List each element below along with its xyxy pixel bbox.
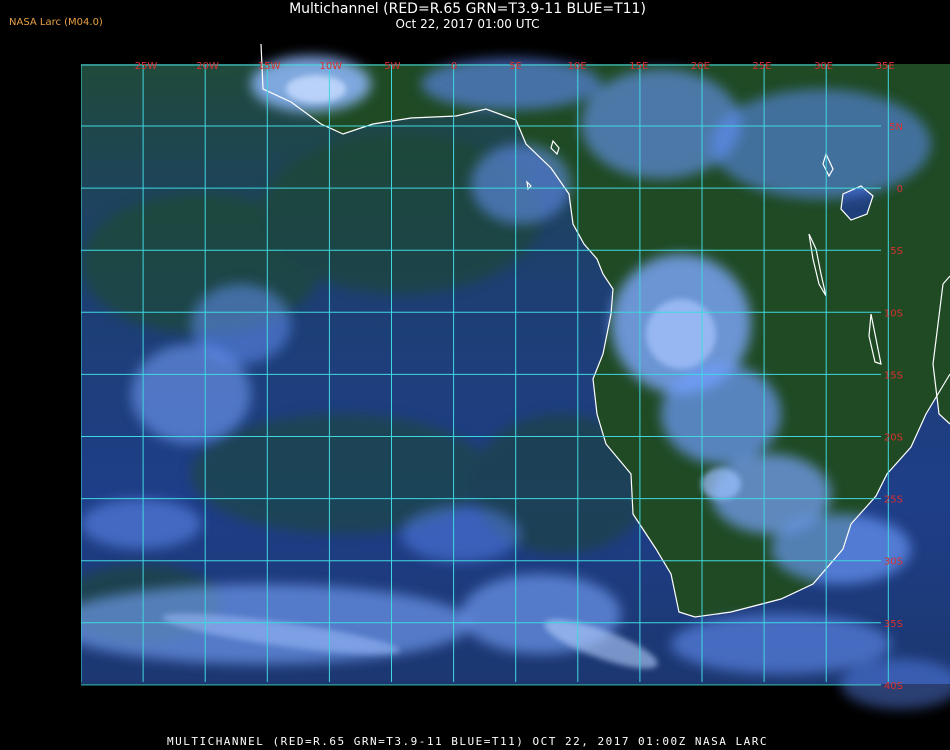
latitude-label: 40S xyxy=(884,681,903,692)
longitude-label: 5W xyxy=(384,61,400,72)
longitude-label: 25W xyxy=(135,61,158,72)
longitude-label: 20E xyxy=(691,61,710,72)
latitude-label: 5N xyxy=(889,122,903,133)
image-timestamp: Oct 22, 2017 01:00 UTC xyxy=(395,17,540,31)
longitude-label: 0 xyxy=(451,61,457,72)
latitude-label: 30S xyxy=(884,557,903,568)
latitude-label: 15S xyxy=(884,370,903,381)
longitude-label: 15E xyxy=(629,61,648,72)
longitude-label: 30E xyxy=(814,61,833,72)
image-title: Multichannel (RED=R.65 GRN=T3.9-11 BLUE=… xyxy=(289,1,646,17)
longitude-label: 10W xyxy=(319,61,342,72)
latitude-label: 25S xyxy=(884,495,903,506)
longitude-label: 20W xyxy=(196,61,219,72)
satellite-image: 25W 20W 15W 10W 5W 0 5E 10E 15E 20E 25E 30E 35E 5N 0 5S… xyxy=(81,44,950,727)
latitude-label: 35S xyxy=(884,619,903,630)
latitude-label: 10S xyxy=(884,308,903,319)
latitude-label: 5S xyxy=(890,246,903,257)
latitude-label: 20S xyxy=(884,433,903,444)
longitude-label: 15W xyxy=(258,61,281,72)
longitude-label: 35E xyxy=(876,61,895,72)
longitude-label: 5E xyxy=(509,61,522,72)
longitude-label: 10E xyxy=(568,61,587,72)
satellite-map: 25W 20W 15W 10W 5W 0 5E 10E 15E 20E 25E 30E 35E 5N 0 5S… xyxy=(81,44,950,727)
footer-caption: MULTICHANNEL (RED=R.65 GRN=T3.9-11 BLUE=… xyxy=(166,735,769,748)
longitude-label: 25E xyxy=(752,61,771,72)
latitude-label: 0 xyxy=(897,184,903,195)
